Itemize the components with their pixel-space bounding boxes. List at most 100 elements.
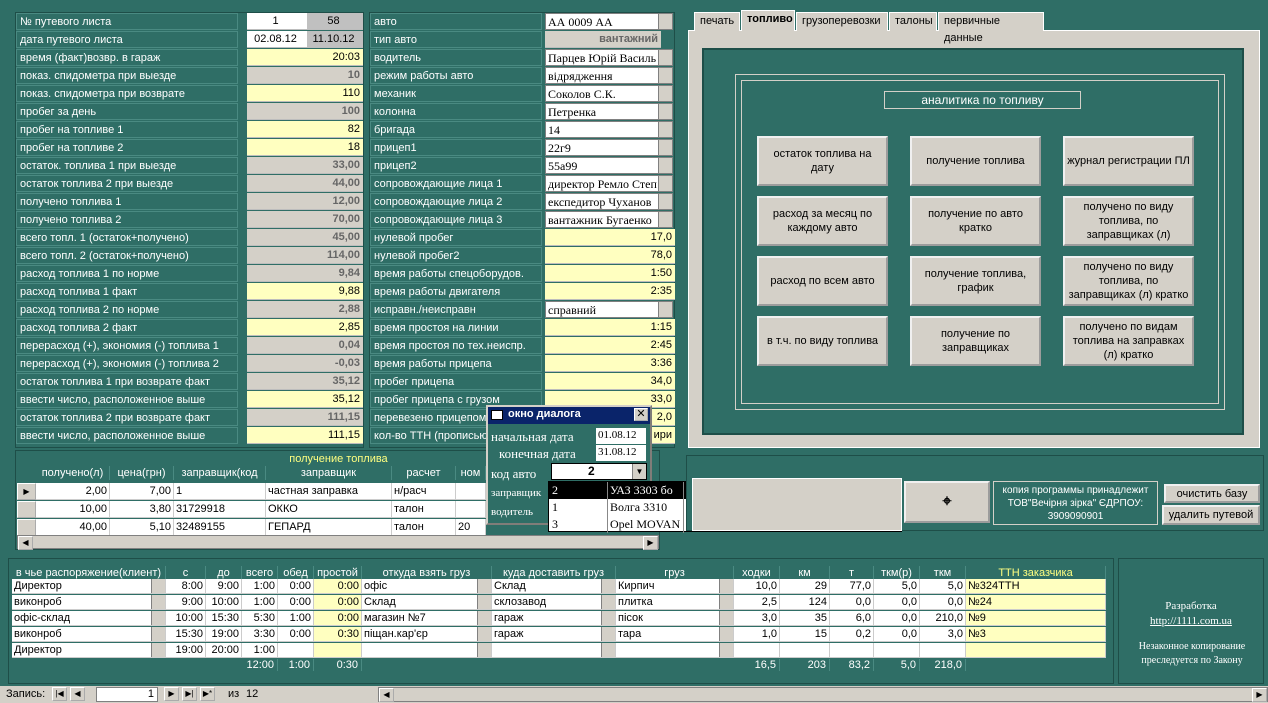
chevron-down-icon[interactable] (477, 611, 491, 625)
field-value[interactable]: 2:45 (545, 337, 675, 354)
scroll-right-icon[interactable]: ▶ (643, 536, 658, 550)
cargo-cell[interactable]: офіс-склад (12, 611, 166, 626)
chevron-down-icon[interactable] (601, 611, 615, 625)
cargo-cell[interactable]: піщан.кар'єр (362, 627, 492, 642)
cargo-cell[interactable] (362, 643, 492, 658)
analytics-button[interactable]: получение по заправщиках (910, 316, 1041, 366)
tab-2[interactable]: топливо (741, 10, 795, 31)
cargo-cell[interactable] (920, 643, 966, 658)
field-combo[interactable]: експедитор Чуханов (545, 193, 673, 210)
cargo-cell[interactable]: 124 (780, 595, 830, 610)
fuel-cell[interactable]: ОККО (266, 501, 392, 518)
field-combo[interactable]: Соколов С.К. (545, 85, 673, 102)
cargo-cell[interactable] (830, 643, 874, 658)
cargo-cell[interactable]: 0:00 (314, 611, 362, 626)
chevron-down-icon[interactable] (719, 611, 733, 625)
cargo-cell[interactable]: 0:30 (314, 627, 362, 642)
fuel-cell[interactable]: 40,00 (36, 519, 110, 536)
chevron-down-icon[interactable] (719, 595, 733, 609)
cargo-cell[interactable]: 15 (780, 627, 830, 642)
cargo-cell[interactable] (314, 643, 362, 658)
fuel-cell[interactable]: 20 (456, 519, 486, 536)
cargo-cell[interactable]: 0,0 (830, 595, 874, 610)
cargo-cell[interactable]: 9:00 (206, 579, 242, 594)
row-selector[interactable] (17, 519, 36, 536)
chevron-down-icon[interactable] (658, 104, 672, 119)
cargo-cell[interactable]: 20:00 (206, 643, 242, 658)
chevron-down-icon[interactable] (658, 176, 672, 191)
analytics-button[interactable]: журнал регистрации ПЛ (1063, 136, 1194, 186)
cargo-cell[interactable] (966, 643, 1106, 658)
field-combo[interactable]: Парцев Юрій Василь (545, 49, 673, 66)
cargo-cell[interactable]: 0,0 (874, 611, 920, 626)
cargo-cell[interactable]: склозавод (492, 595, 616, 610)
binoculars-button[interactable]: ⌖ (904, 481, 990, 523)
code-auto-combo[interactable]: 2 ▼ (551, 463, 647, 480)
cargo-cell[interactable]: 10:00 (166, 611, 206, 626)
tab-1[interactable]: печать (694, 12, 740, 31)
cargo-cell[interactable]: виконроб (12, 627, 166, 642)
fuel-cell[interactable]: частная заправка (266, 483, 392, 500)
chevron-down-icon[interactable] (477, 627, 491, 641)
cargo-cell[interactable]: 0:00 (314, 595, 362, 610)
cargo-cell[interactable]: 10,0 (734, 579, 780, 594)
cargo-cell[interactable]: 15:30 (166, 627, 206, 642)
fuel-cell[interactable]: 1 (174, 483, 266, 500)
field-value[interactable]: 9,88 (247, 283, 363, 300)
cargo-cell[interactable]: 0:00 (278, 595, 314, 610)
cargo-cell[interactable]: 0,0 (920, 595, 966, 610)
cargo-cell[interactable]: 19:00 (206, 627, 242, 642)
chevron-down-icon[interactable] (477, 579, 491, 593)
fuel-cell[interactable]: 2,00 (36, 483, 110, 500)
cargo-cell[interactable]: 1:00 (278, 611, 314, 626)
field-value[interactable]: 2,85 (247, 319, 363, 336)
cargo-cell[interactable]: 9:00 (166, 595, 206, 610)
chevron-down-icon[interactable] (719, 627, 733, 641)
field-combo[interactable]: директор Ремло Степ (545, 175, 673, 192)
cargo-cell[interactable]: 0,0 (874, 627, 920, 642)
fuel-cell[interactable]: 3,80 (110, 501, 174, 518)
close-icon[interactable]: ✕ (634, 408, 648, 421)
fuel-cell[interactable]: 7,00 (110, 483, 174, 500)
chevron-down-icon[interactable] (151, 627, 165, 641)
cargo-cell[interactable]: офіс (362, 579, 492, 594)
cargo-cell[interactable]: плитка (616, 595, 734, 610)
chevron-down-icon[interactable] (151, 595, 165, 609)
cargo-cell[interactable]: 2,5 (734, 595, 780, 610)
cargo-cell[interactable]: Склад (492, 579, 616, 594)
chevron-down-icon[interactable] (658, 302, 672, 317)
cargo-cell[interactable]: 3,0 (920, 627, 966, 642)
fuel-hscrollbar[interactable]: ◀ ▶ (17, 535, 659, 550)
cargo-cell[interactable]: 35 (780, 611, 830, 626)
start-date-input[interactable]: 01.08.12 (596, 428, 646, 444)
cargo-cell[interactable]: пісок (616, 611, 734, 626)
chevron-down-icon[interactable] (658, 212, 672, 227)
delete-waybill-button[interactable]: удалить путевой (1162, 505, 1260, 525)
chevron-down-icon[interactable] (658, 140, 672, 155)
tab-3[interactable]: грузоперевозки (796, 12, 888, 31)
cargo-cell[interactable]: тара (616, 627, 734, 642)
cargo-cell[interactable]: 15:30 (206, 611, 242, 626)
new-record-icon[interactable]: ▶* (200, 687, 215, 701)
main-hscrollbar[interactable]: ◀ ▶ (378, 687, 1268, 702)
chevron-down-icon[interactable] (601, 643, 615, 657)
scroll-left-icon[interactable]: ◀ (18, 536, 33, 550)
cargo-cell[interactable]: виконроб (12, 595, 166, 610)
cargo-cell[interactable]: №9 (966, 611, 1106, 626)
cargo-cell[interactable]: 29 (780, 579, 830, 594)
cargo-cell[interactable]: Директор (12, 579, 166, 594)
record-number-input[interactable]: 1 (96, 687, 158, 702)
chevron-down-icon[interactable] (601, 595, 615, 609)
fuel-cell[interactable]: 5,10 (110, 519, 174, 536)
cargo-cell[interactable]: 6,0 (830, 611, 874, 626)
field-value[interactable]: 78,0 (545, 247, 675, 264)
chevron-down-icon[interactable]: ▼ (632, 464, 646, 479)
fuel-cell[interactable]: талон (392, 501, 456, 518)
field-combo[interactable]: справний (545, 301, 673, 318)
cargo-cell[interactable]: 10:00 (206, 595, 242, 610)
cargo-cell[interactable] (780, 643, 830, 658)
fuel-cell[interactable]: н/расч (392, 483, 456, 500)
analytics-button[interactable]: получено по виду топлива, по заправщиках… (1063, 196, 1194, 246)
cargo-cell[interactable]: 1:00 (242, 579, 278, 594)
tab-5[interactable]: первичные данные (938, 12, 1044, 44)
